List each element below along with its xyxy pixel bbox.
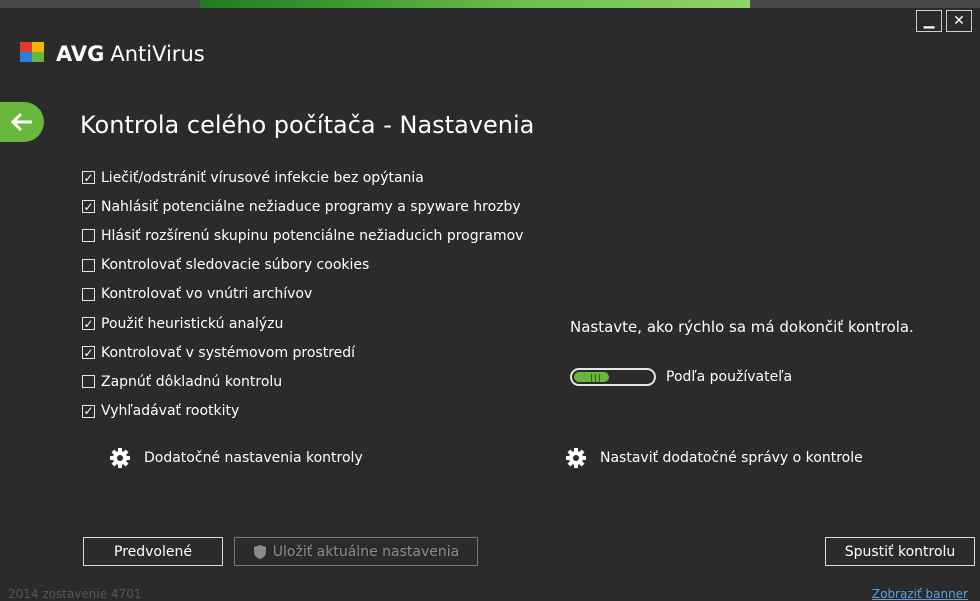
additional-settings-label: Dodatočné nastavenia kontroly (144, 450, 363, 466)
checkbox[interactable]: ✓ (82, 317, 95, 331)
option-label: Hlásiť rozšírenú skupinu potenciálne než… (101, 227, 524, 244)
gear-icon (110, 448, 130, 468)
option-label: Nahlásiť potenciálne nežiaduce programy … (101, 198, 521, 215)
option-label: Použiť heuristickú analýzu (101, 315, 284, 332)
option-row[interactable]: Kontrolovať vo vnútri archívov (82, 280, 523, 309)
speed-slider[interactable]: ||| (570, 368, 656, 386)
start-scan-button[interactable]: Spustiť kontrolu (825, 537, 975, 566)
option-row[interactable]: ✓ Použiť heuristickú analýzu (82, 309, 523, 338)
speed-label: Podľa používateľa (666, 369, 793, 385)
back-button[interactable] (0, 102, 44, 142)
checkbox[interactable] (82, 229, 95, 243)
option-label: Vyhľadávať rootkity (101, 403, 240, 420)
option-label: Kontrolovať v systémovom prostredí (101, 344, 356, 361)
option-label: Kontrolovať sledovacie súbory cookies (101, 257, 370, 274)
option-row[interactable]: Zapnúť dôkladnú kontrolu (82, 367, 523, 396)
arrow-left-icon (11, 113, 32, 131)
top-accent-stripe (200, 0, 750, 8)
product-label: AntiVirus (110, 42, 205, 66)
minimize-icon[interactable]: ▁ (916, 10, 942, 32)
defaults-button[interactable]: Predvolené (83, 537, 223, 566)
option-row[interactable]: ✓ Kontrolovať v systémovom prostredí (82, 338, 523, 367)
save-settings-button[interactable]: Uložiť aktuálne nastavenia (234, 537, 478, 566)
option-row[interactable]: Kontrolovať sledovacie súbory cookies (82, 251, 523, 280)
speed-control: ||| Podľa používateľa (570, 368, 792, 386)
checkbox[interactable] (82, 287, 95, 301)
save-settings-label: Uložiť aktuálne nastavenia (272, 543, 460, 560)
window-controls: ▁ ✕ (916, 10, 972, 32)
reports-settings-link[interactable]: Nastaviť dodatočné správy o kontrole (566, 448, 863, 468)
close-icon[interactable]: ✕ (946, 10, 972, 32)
option-label: Zapnúť dôkladnú kontrolu (101, 373, 283, 390)
checkbox[interactable]: ✓ (82, 171, 95, 185)
option-row[interactable]: Hlásiť rozšírenú skupinu potenciálne než… (82, 221, 523, 250)
page-title: Kontrola celého počítača - Nastavenia (80, 111, 535, 139)
product-name: AVG AntiVirus (56, 42, 205, 66)
speed-title: Nastavte, ako rýchlo sa má dokončiť kont… (570, 318, 914, 336)
checkbox[interactable] (82, 375, 95, 389)
additional-settings-link[interactable]: Dodatočné nastavenia kontroly (110, 448, 363, 468)
checkbox[interactable]: ✓ (82, 404, 95, 418)
reports-settings-label: Nastaviť dodatočné správy o kontrole (600, 450, 863, 466)
option-row[interactable]: ✓ Nahlásiť potenciálne nežiaduce programy… (82, 192, 523, 221)
option-row[interactable]: ✓ Liečiť/odstrániť vírusové infekcie bez … (82, 163, 523, 192)
option-row[interactable]: ✓ Vyhľadávať rootkity (82, 397, 523, 426)
brand: AVG AntiVirus (20, 42, 205, 66)
options-list: ✓ Liečiť/odstrániť vírusové infekcie bez … (82, 163, 523, 426)
gear-icon (566, 448, 586, 468)
shield-icon (253, 544, 266, 559)
checkbox[interactable]: ✓ (82, 346, 95, 360)
checkbox[interactable]: ✓ (82, 200, 95, 214)
slider-grip-icon[interactable]: ||| (590, 373, 602, 382)
option-label: Liečiť/odstrániť vírusové infekcie bez o… (101, 169, 424, 186)
avg-logo-icon (20, 42, 48, 66)
checkbox[interactable] (82, 258, 95, 272)
company-name: AVG (56, 42, 105, 66)
option-label: Kontrolovať vo vnútri archívov (101, 286, 313, 303)
